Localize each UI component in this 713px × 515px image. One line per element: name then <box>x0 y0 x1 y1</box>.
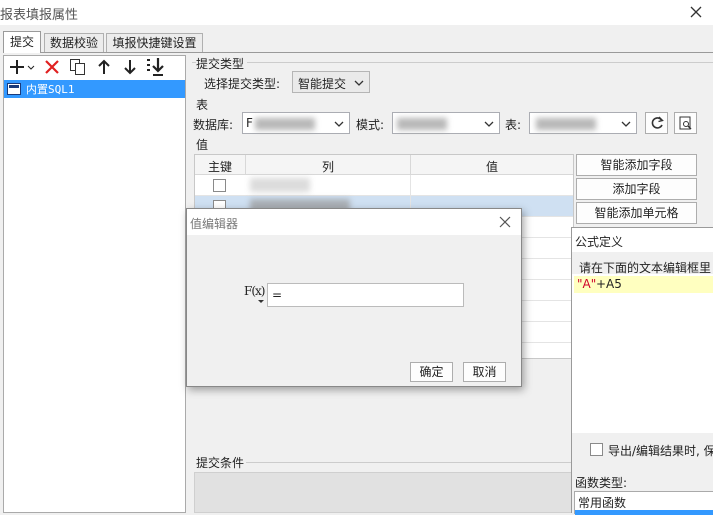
export-checkbox-label: 导出/编辑结果时, 保 <box>608 444 713 458</box>
database-label: 数据库: <box>193 118 234 132</box>
database-select[interactable]: F <box>242 112 350 134</box>
preview-button[interactable] <box>674 112 697 134</box>
refresh-icon <box>651 116 664 129</box>
table-group-label: 表 <box>196 98 209 112</box>
submit-type-select[interactable]: 智能提交 <box>292 71 370 93</box>
table-row[interactable] <box>195 175 573 196</box>
redacted-text <box>255 118 315 130</box>
tab-label: 提交 <box>9 35 34 49</box>
smart-add-cell-button[interactable]: 智能添加单元格 <box>576 202 697 224</box>
formula-title-bar: 公式定义 <box>572 228 713 252</box>
cancel-button[interactable]: 取消 <box>463 362 506 382</box>
col-header-key: 主键 <box>207 160 232 174</box>
function-type-list[interactable]: 常用函数 <box>574 491 713 515</box>
move-up-icon[interactable] <box>96 58 112 76</box>
tab-shortcut-settings[interactable]: 填报快捷键设置 <box>106 33 203 53</box>
tree-item-label: 内置SQL1 <box>26 83 75 96</box>
add-field-button[interactable]: 添加字段 <box>576 178 697 200</box>
tab-label: 数据校验 <box>49 36 98 50</box>
table-header: 主键 列 值 <box>195 155 573 175</box>
col-header-column: 列 <box>321 160 334 174</box>
close-icon[interactable] <box>689 5 703 19</box>
fx-icon: F(x) <box>244 284 265 298</box>
formula-editor-line[interactable]: "A" +A5 <box>574 276 713 293</box>
tab-data-validation[interactable]: 数据校验 <box>44 33 104 53</box>
chevron-down-icon <box>484 121 494 127</box>
schema-label: 模式: <box>356 118 385 132</box>
group-line <box>192 62 713 63</box>
move-bottom-icon[interactable] <box>146 57 166 77</box>
formula-dialog: 公式定义 请在下面的文本编辑框里 "A" +A5 导出/编辑结果时, 保 函数类… <box>571 227 713 515</box>
function-type-item[interactable]: 常用函数 <box>578 494 626 511</box>
function-type-label: 函数类型: <box>575 476 628 490</box>
smart-add-field-button[interactable]: 智能添加字段 <box>576 154 697 176</box>
table-label: 表: <box>505 118 522 132</box>
col-header-value: 值 <box>485 160 498 174</box>
value-input-text: = <box>272 288 283 302</box>
formula-string-token: "A" <box>577 277 597 291</box>
tab-label: 填报快捷键设置 <box>112 36 197 50</box>
tab-divider <box>3 52 713 53</box>
formula-options-bar: 导出/编辑结果时, 保 <box>572 433 713 465</box>
value-editor-title-bar: 值编辑器 <box>187 209 521 235</box>
formula-hint: 请在下面的文本编辑框里 <box>579 261 712 275</box>
window-title: 报表填报属性 <box>0 8 79 23</box>
function-type-area: 函数类型: 常用函数 <box>572 465 713 515</box>
refresh-button[interactable] <box>645 112 668 134</box>
submit-type-group-label: 提交类型 <box>196 55 248 72</box>
redacted-text <box>250 178 310 192</box>
group-line <box>246 462 576 463</box>
tab-submit[interactable]: 提交 <box>3 31 41 53</box>
triangle-down-icon <box>258 300 264 303</box>
formula-hint-bar: 请在下面的文本编辑框里 <box>572 252 713 275</box>
submit-type-label: 选择提交类型: <box>204 77 281 91</box>
database-icon <box>7 83 21 95</box>
title-bar: 报表填报属性 <box>0 0 713 25</box>
formula-button[interactable]: F(x) <box>244 284 266 304</box>
delete-icon[interactable] <box>44 59 60 75</box>
add-icon[interactable] <box>10 58 36 76</box>
redacted-text <box>536 118 596 130</box>
chevron-down-icon <box>621 121 631 127</box>
formula-rest-token: +A5 <box>596 277 622 291</box>
schema-select[interactable] <box>392 112 500 134</box>
left-panel <box>3 55 186 513</box>
copy-icon[interactable] <box>69 58 87 76</box>
condition-label: 提交条件 <box>196 454 245 471</box>
move-down-icon[interactable] <box>122 58 138 76</box>
tree-item-sql1[interactable]: 内置SQL1 <box>4 80 185 98</box>
value-editor-title: 值编辑器 <box>190 217 239 231</box>
preview-icon <box>679 116 692 130</box>
submit-type-value: 智能提交 <box>298 77 347 91</box>
close-icon[interactable] <box>499 216 511 228</box>
value-group-label: 值 <box>196 138 209 152</box>
value-input[interactable]: = <box>267 283 464 307</box>
value-editor-dialog: 值编辑器 F(x) = 确定 取消 <box>186 208 522 387</box>
table-select[interactable] <box>529 112 637 134</box>
ok-button[interactable]: 确定 <box>410 362 453 382</box>
key-checkbox[interactable] <box>213 179 226 192</box>
formula-title: 公式定义 <box>575 235 624 249</box>
export-checkbox[interactable] <box>590 443 603 456</box>
condition-area[interactable] <box>194 472 574 513</box>
redacted-text <box>397 118 447 130</box>
database-value: F <box>246 116 253 130</box>
chevron-down-icon <box>334 121 344 127</box>
chevron-down-icon <box>354 80 364 86</box>
